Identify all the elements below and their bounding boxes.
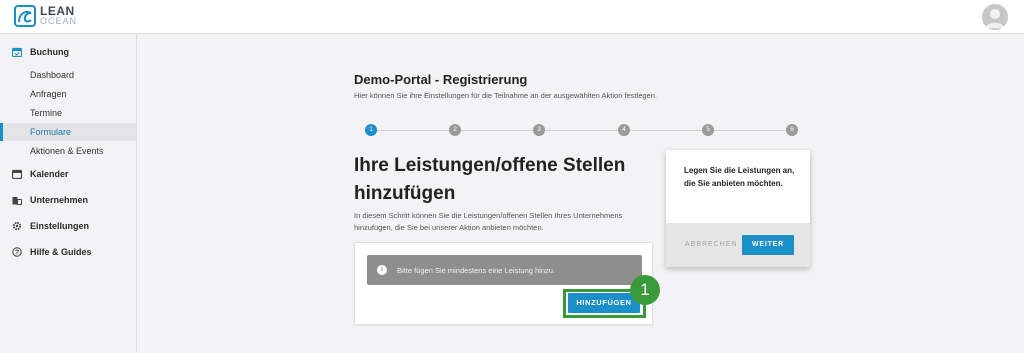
calendar-icon xyxy=(11,169,23,180)
wave-logo-icon xyxy=(14,5,36,27)
step-5[interactable]: 5 xyxy=(702,124,714,136)
sidebar-item-anfragen[interactable]: Anfragen xyxy=(0,85,136,103)
popover-text: Legen Sie die Leistungen an, die Sie anb… xyxy=(684,166,795,188)
sidebar-group-kalender[interactable]: Kalender xyxy=(11,169,69,180)
stepper: 1 2 3 4 5 6 xyxy=(365,124,798,136)
gear-icon xyxy=(12,221,22,231)
section-description: In diesem Schritt können Sie die Leistun… xyxy=(354,211,623,232)
sidebar-group-label: Einstellungen xyxy=(30,221,90,231)
section-title: Ihre Leistungen/offene Stellen hinzufüge… xyxy=(354,155,626,204)
sidebar-group-label: Unternehmen xyxy=(30,195,89,205)
alert-text: Bitte fügen Sie mindestens eine Leistung… xyxy=(397,265,556,275)
calendar-check-icon xyxy=(11,47,23,58)
step-3[interactable]: 3 xyxy=(533,124,545,136)
step-2[interactable]: 2 xyxy=(449,124,461,136)
add-button[interactable]: HINZUFÜGEN xyxy=(568,293,640,313)
sidebar: Buchung Dashboard Anfragen Termine Formu… xyxy=(0,34,137,353)
info-alert: i Bitte fügen Sie mindestens eine Leistu… xyxy=(367,255,642,285)
sidebar-group-buchung[interactable]: Buchung xyxy=(11,47,69,58)
sidebar-item-formulare[interactable]: Formulare xyxy=(0,123,136,141)
brand-sub: OCEAN xyxy=(40,16,78,26)
top-bar: LEAN OCEAN xyxy=(0,0,1024,34)
step-6[interactable]: 6 xyxy=(786,124,798,136)
info-icon: i xyxy=(377,265,387,275)
page-subtitle: Hier können Sie ihre Einstellungen für d… xyxy=(354,91,657,100)
step-4[interactable]: 4 xyxy=(618,124,630,136)
sidebar-item-aktionen-events[interactable]: Aktionen & Events xyxy=(0,142,136,160)
svg-text:?: ? xyxy=(15,250,19,257)
tour-popover: Legen Sie die Leistungen an, die Sie anb… xyxy=(666,150,810,267)
popover-footer: ABBRECHEN WEITER xyxy=(666,223,810,267)
building-icon xyxy=(12,195,22,205)
sidebar-group-unternehmen[interactable]: Unternehmen xyxy=(12,195,88,205)
step-1[interactable]: 1 xyxy=(365,124,377,136)
sidebar-item-termine[interactable]: Termine xyxy=(0,104,136,122)
sidebar-group-label: Buchung xyxy=(30,47,69,57)
brand-name: LEAN xyxy=(40,4,75,18)
stepper-line xyxy=(371,130,792,131)
cancel-button[interactable]: ABBRECHEN xyxy=(685,241,738,248)
user-avatar[interactable] xyxy=(982,4,1008,30)
sidebar-group-hilfe[interactable]: ? Hilfe & Guides xyxy=(12,247,92,257)
sidebar-group-label: Hilfe & Guides xyxy=(30,247,92,257)
sidebar-group-label: Kalender xyxy=(30,169,69,179)
help-icon: ? xyxy=(12,247,22,257)
logo[interactable]: LEAN OCEAN xyxy=(14,5,77,27)
sidebar-group-einstellungen[interactable]: Einstellungen xyxy=(12,221,89,231)
page-title: Demo-Portal - Registrierung xyxy=(354,72,528,87)
next-button[interactable]: WEITER xyxy=(742,235,794,255)
step-badge: 1 xyxy=(630,275,660,305)
sidebar-item-dashboard[interactable]: Dashboard xyxy=(0,66,136,84)
